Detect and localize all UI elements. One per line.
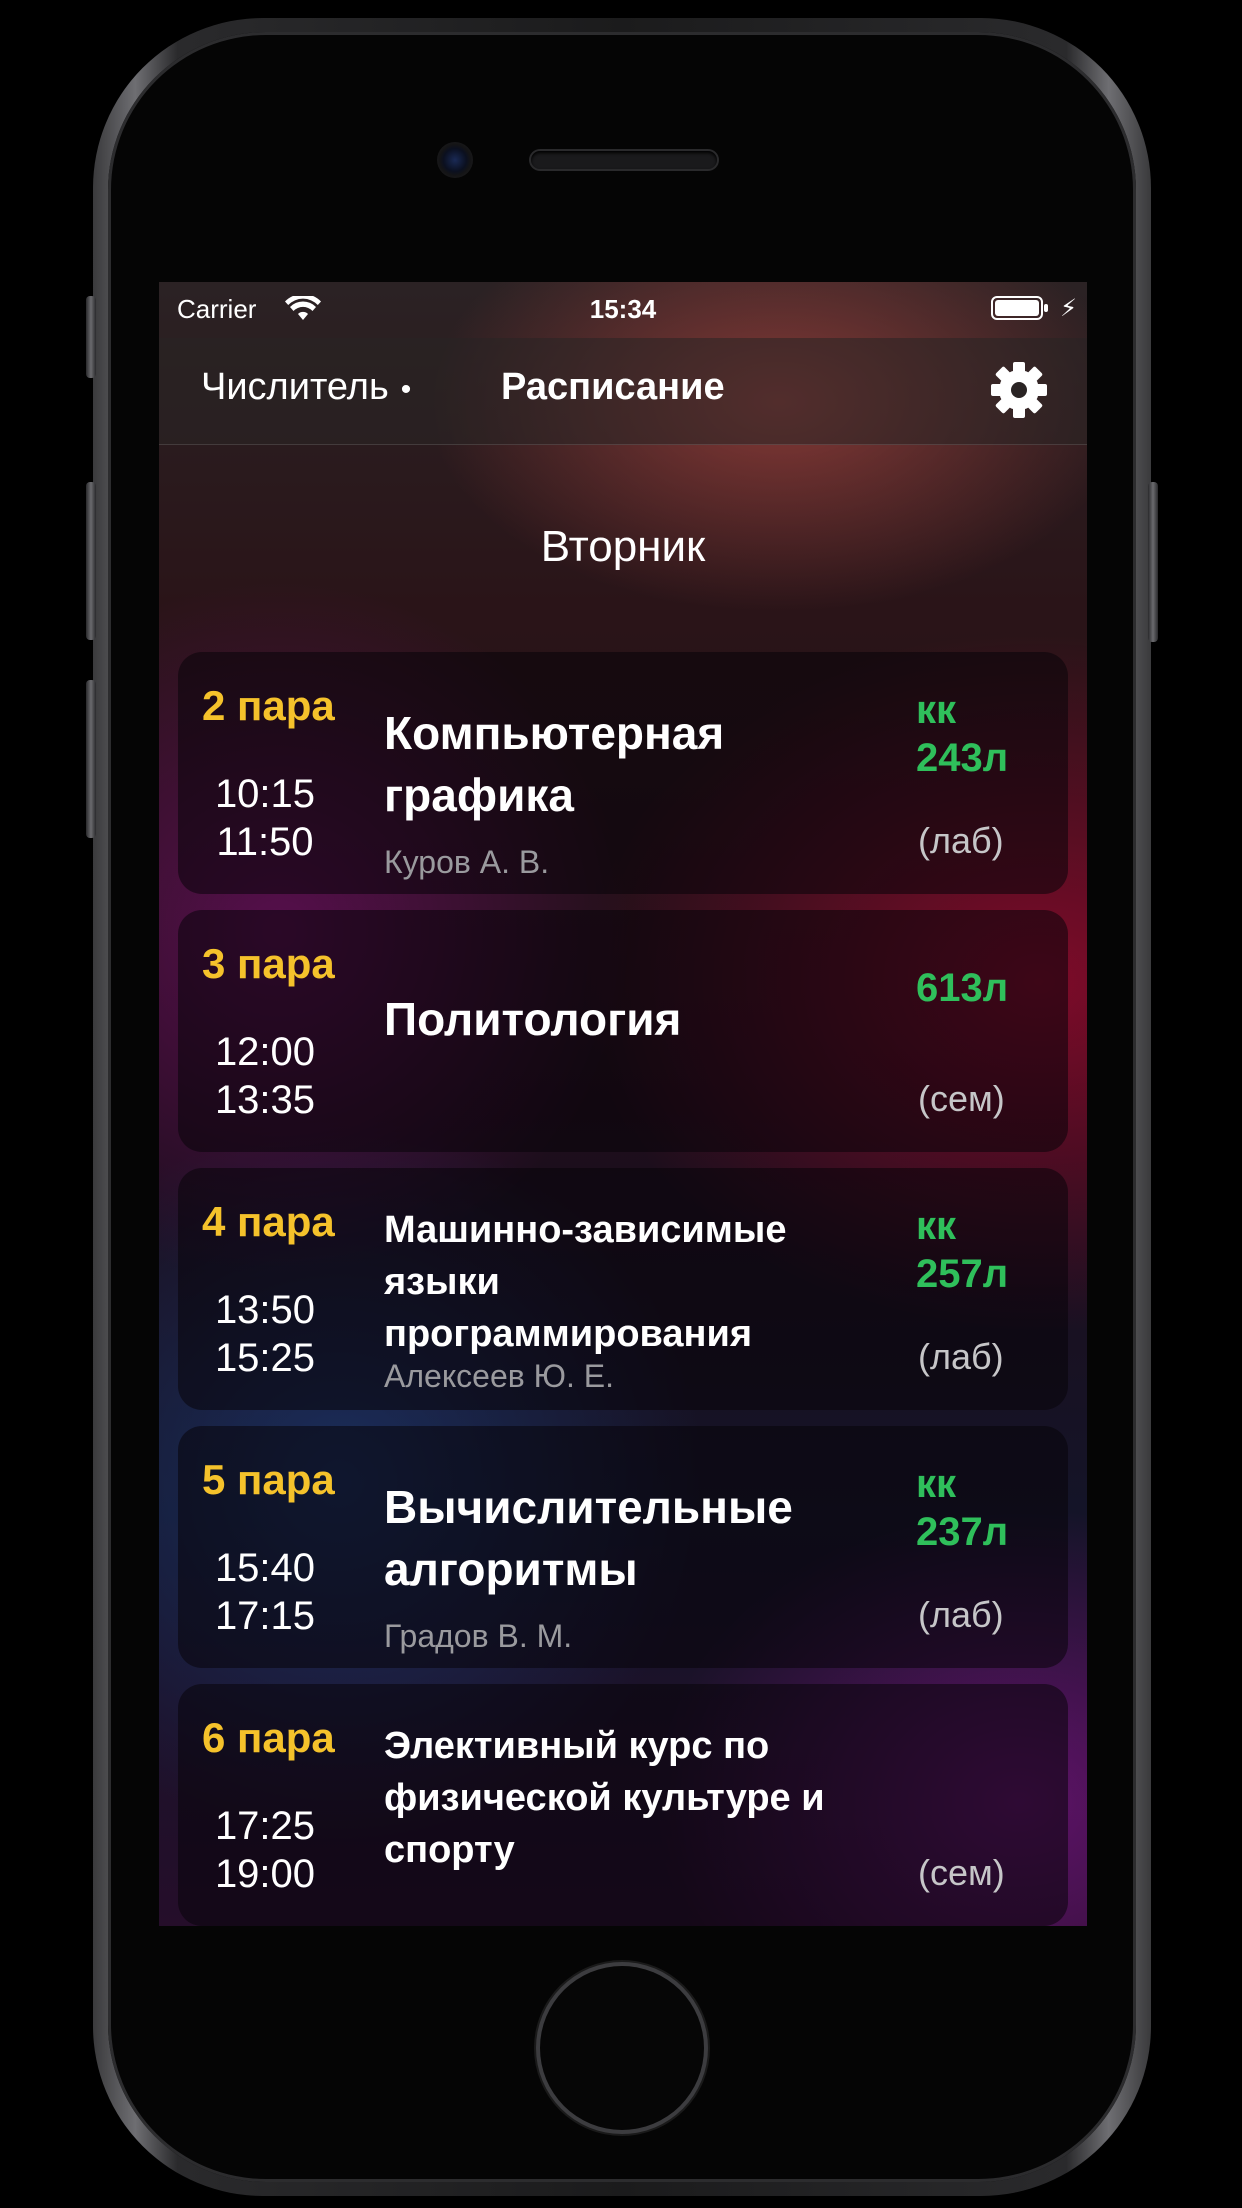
day-title: Вторник: [540, 522, 706, 571]
room-number: 613л: [916, 966, 1009, 1010]
end-time: 19:00: [214, 1852, 316, 1896]
status-bar: Carrier 15:34 ⚡: [159, 282, 1087, 338]
home-button[interactable]: [540, 1966, 704, 2130]
room-number: 237л: [916, 1510, 1009, 1554]
subject-line: Машинно-зависимые: [384, 1209, 787, 1251]
speaker-grille: [531, 151, 717, 169]
start-time: 13:50: [214, 1288, 316, 1332]
status-clock: 15:34: [589, 294, 657, 324]
subject-line: программирования: [384, 1313, 753, 1355]
app-screen: Carrier 15:34 ⚡ Числитель • Расписание В…: [159, 282, 1087, 1926]
teacher-name: Градов В. М.: [384, 1618, 573, 1654]
pair-number: 5 пара: [202, 1456, 335, 1503]
subject-line: языки: [384, 1261, 500, 1303]
page: Carrier 15:34 ⚡ Числитель • Расписание В…: [0, 0, 1242, 2208]
volume-up-button: [86, 482, 96, 640]
subject-line: Вычислительные: [384, 1481, 793, 1533]
gear-icon[interactable]: [989, 360, 1049, 420]
subject-title: Элективный курс по физической культуре и…: [384, 1720, 904, 1876]
week-type-dot: •: [400, 373, 412, 406]
start-time: 17:25: [214, 1804, 316, 1848]
room-building: кк: [916, 1204, 957, 1248]
start-time: 10:15: [214, 772, 316, 816]
lesson-type: (сем): [918, 1852, 1005, 1893]
mute-switch: [86, 296, 96, 378]
pair-number: 3 пара: [202, 940, 335, 987]
pair-number: 2 пара: [202, 682, 335, 729]
lesson-card[interactable]: 2 пара 10:15 11:50 Компьютерная графика …: [178, 652, 1068, 894]
subject-line: графика: [384, 769, 574, 821]
lesson-type: (лаб): [918, 1594, 1004, 1635]
camera-icon: [437, 142, 473, 178]
subject-line: алгоритмы: [384, 1543, 638, 1595]
pair-number: 6 пара: [202, 1714, 335, 1761]
end-time: 11:50: [216, 820, 314, 864]
subject-line: Компьютерная: [384, 707, 725, 759]
subject-line: физической культуре и: [384, 1777, 825, 1819]
week-type-toggle[interactable]: Числитель •: [201, 366, 411, 409]
lesson-card[interactable]: 3 пара 12:00 13:35 Политология 613л (сем…: [178, 910, 1068, 1152]
lesson-type: (сем): [918, 1078, 1005, 1119]
room-number: 257л: [916, 1252, 1009, 1296]
room-building: кк: [916, 688, 957, 732]
power-button: [1148, 482, 1158, 642]
charging-bolt-icon: ⚡: [1060, 295, 1077, 322]
teacher-name: Алексеев Ю. Е.: [384, 1358, 614, 1394]
lesson-list: 2 пара 10:15 11:50 Компьютерная графика …: [178, 652, 1068, 1926]
lesson-type: (лаб): [918, 820, 1004, 861]
start-time: 12:00: [214, 1030, 316, 1074]
room-building: кк: [916, 1462, 957, 1506]
pair-number: 4 пара: [202, 1198, 335, 1245]
day-header: Вторник: [159, 444, 1087, 644]
subject-line: Элективный курс по: [384, 1725, 770, 1767]
lesson-card[interactable]: 5 пара 15:40 17:15 Вычислительные алгори…: [178, 1426, 1068, 1668]
week-type-label: Числитель: [201, 366, 389, 408]
end-time: 17:15: [214, 1594, 316, 1638]
subject-title: Политология: [384, 988, 904, 1050]
lesson-card[interactable]: 6 пара 17:25 19:00 Элективный курс по фи…: [178, 1684, 1068, 1926]
subject-title: Вычислительные алгоритмы: [384, 1476, 904, 1600]
subject-line: спорту: [384, 1829, 515, 1871]
end-time: 15:25: [214, 1336, 316, 1380]
volume-down-button: [86, 680, 96, 838]
room-number: 243л: [916, 736, 1009, 780]
subject-line: Политология: [384, 993, 682, 1045]
end-time: 13:35: [214, 1078, 316, 1122]
subject-title: Компьютерная графика: [384, 702, 904, 826]
navigation-bar: Числитель • Расписание: [159, 338, 1087, 445]
lesson-card[interactable]: 4 пара 13:50 15:25 Машинно-зависимые язы…: [178, 1168, 1068, 1410]
page-title: Расписание: [501, 366, 725, 408]
teacher-name: Куров А. В.: [384, 844, 550, 880]
start-time: 15:40: [214, 1546, 316, 1590]
subject-title: Машинно-зависимые языки программирования: [384, 1204, 904, 1360]
lesson-type: (лаб): [918, 1336, 1004, 1377]
battery-icon: [991, 296, 1048, 320]
